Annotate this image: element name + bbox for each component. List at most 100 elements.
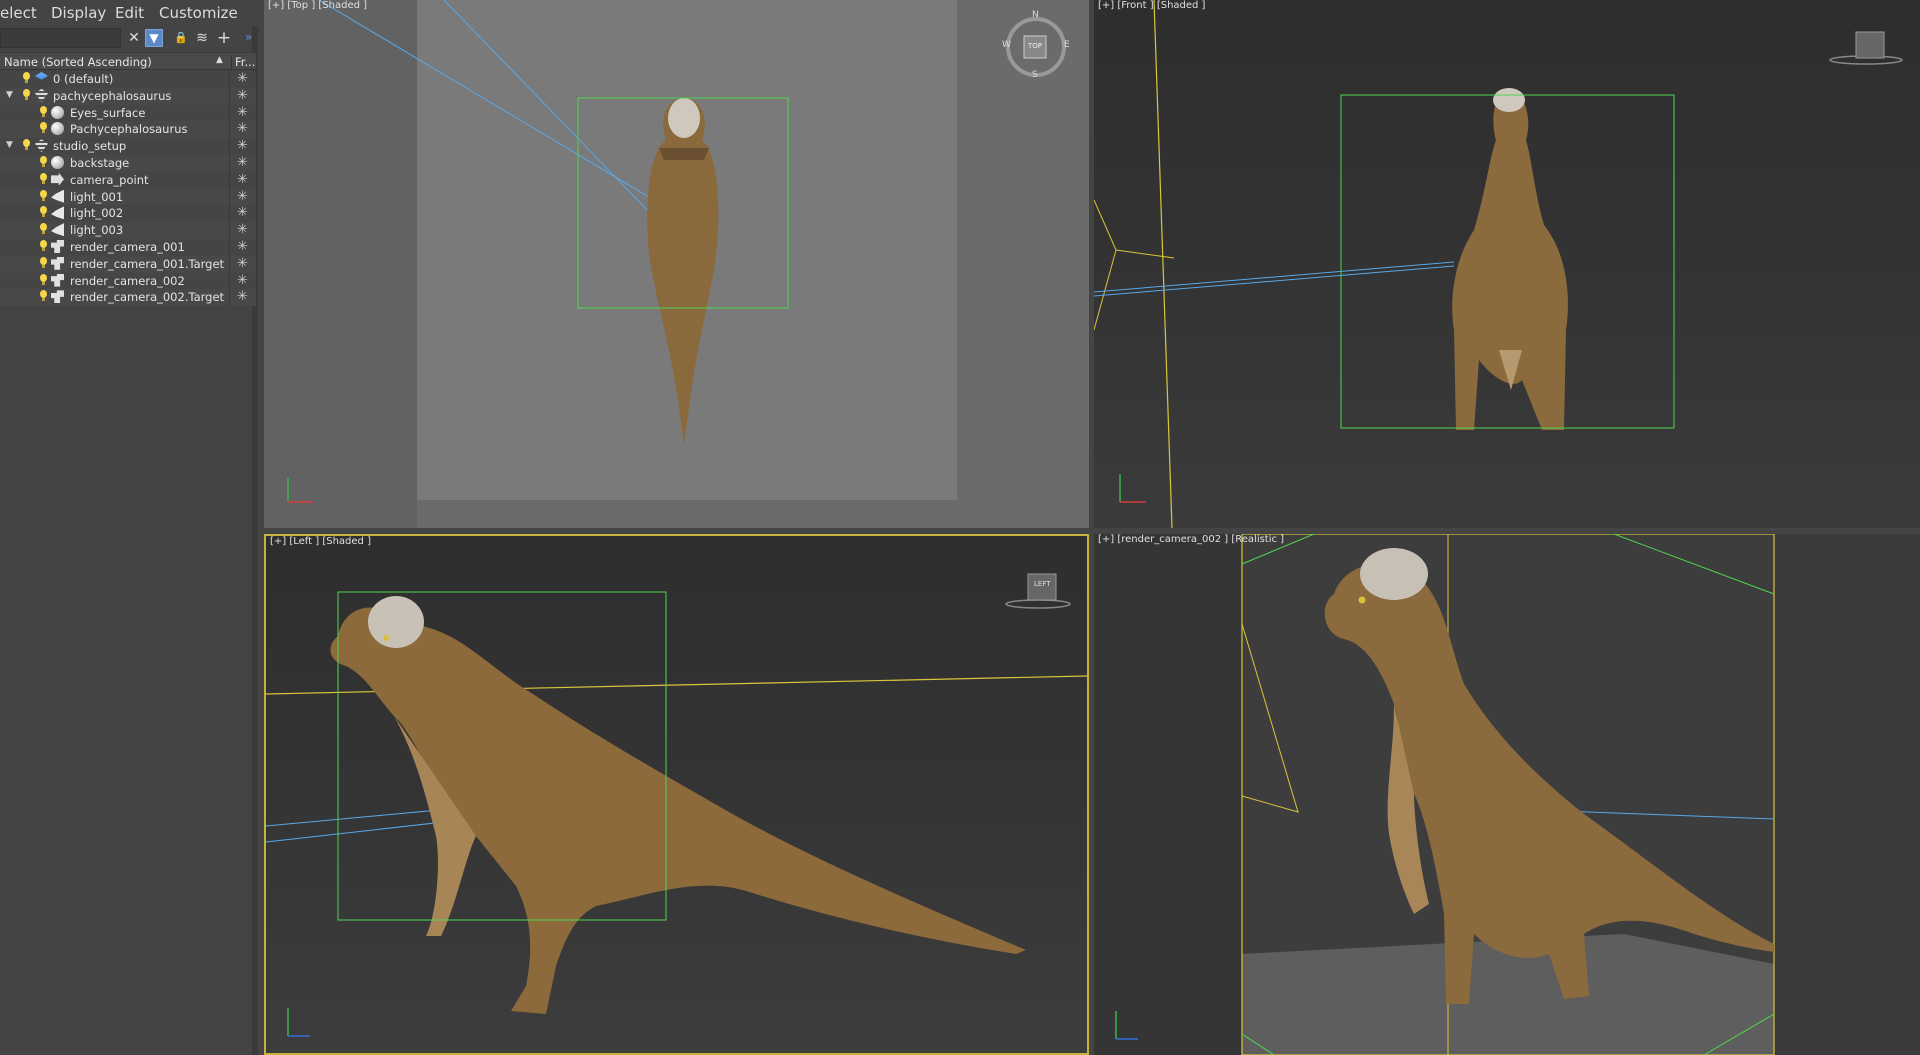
list-header: Name (Sorted Ascending) ▲ Fr... <box>0 52 256 70</box>
lightbulb-icon[interactable] <box>39 239 48 252</box>
freeze-icon[interactable]: ✳ <box>237 121 248 136</box>
freeze-icon[interactable]: ✳ <box>237 256 248 271</box>
viewport-front[interactable]: [+] [Front ] [Shaded ] <box>1094 0 1920 528</box>
viewcube-label: LEFT <box>1034 580 1051 588</box>
item-label: pachycephalosaurus <box>53 88 172 103</box>
sort-ascending-icon[interactable]: ▲ <box>216 55 223 65</box>
expand-toolbar-icon[interactable]: » <box>245 30 252 44</box>
layers-icon <box>35 139 48 153</box>
camera-icon <box>51 290 64 304</box>
list-item[interactable]: render_camera_001 ✳ <box>0 238 256 256</box>
list-item[interactable]: Pachycephalosaurus ✳ <box>0 121 256 139</box>
viewport-top[interactable]: [+] [Top ] [Shaded ] TOP N S E W <box>264 0 1089 528</box>
lightbulb-icon[interactable] <box>39 290 48 302</box>
sphere-icon <box>51 122 64 136</box>
freeze-icon[interactable]: ✳ <box>237 239 248 254</box>
dinosaur-side-view <box>330 596 1026 1014</box>
lightbulb-icon[interactable] <box>39 223 48 235</box>
search-input[interactable] <box>0 28 121 48</box>
lightbulb-icon[interactable] <box>39 172 48 185</box>
item-label: render_camera_001.Target <box>70 256 225 271</box>
freeze-icon[interactable]: ✳ <box>237 155 248 170</box>
point-helper-icon <box>51 172 64 186</box>
freeze-icon[interactable]: ✳ <box>237 105 248 120</box>
column-name-header[interactable]: Name (Sorted Ascending) <box>4 55 152 69</box>
freeze-icon[interactable]: ✳ <box>237 88 248 103</box>
menu-display[interactable]: Display <box>51 4 106 22</box>
compass-west: W <box>1002 40 1011 50</box>
item-label: render_camera_002 <box>70 273 185 288</box>
collapse-triangle-icon[interactable]: ▼ <box>6 140 13 150</box>
lightbulb-icon[interactable] <box>39 189 48 202</box>
viewport-camera[interactable]: [+] [render_camera_002 ] [Realistic ] <box>1094 534 1920 1055</box>
sphere-icon <box>51 155 64 169</box>
viewport-label[interactable]: [+] [Front ] [Shaded ] <box>1098 0 1205 11</box>
list-item[interactable]: ▼ studio_setup ✳ <box>0 138 256 155</box>
freeze-icon[interactable]: ✳ <box>237 273 248 288</box>
lock-icon[interactable]: 🔒 <box>172 29 190 47</box>
list-item[interactable]: 0 (default) ✳ <box>0 71 256 88</box>
item-label: backstage <box>70 155 130 170</box>
freeze-icon[interactable]: ✳ <box>237 138 248 153</box>
item-label: 0 (default) <box>53 72 114 86</box>
list-item[interactable]: render_camera_001.Target ✳ <box>0 255 256 273</box>
camera-icon <box>51 273 64 287</box>
filter-icon[interactable]: ▼ <box>145 29 163 47</box>
viewcube[interactable] <box>1829 31 1903 65</box>
item-label: render_camera_001 <box>70 239 185 254</box>
column-frozen-header[interactable]: Fr... <box>231 55 255 70</box>
clear-search-icon[interactable]: ✕ <box>125 29 143 47</box>
compass-east: E <box>1064 40 1070 50</box>
viewport-label[interactable]: [+] [render_camera_002 ] [Realistic ] <box>1098 534 1284 545</box>
lightbulb-icon[interactable] <box>39 206 48 218</box>
lightbulb-icon[interactable] <box>39 122 48 134</box>
scene-explorer-panel: elect Display Edit Customize ✕ ▼ 🔒 ≋ + »… <box>0 0 258 1055</box>
viewport-label[interactable]: [+] [Left ] [Shaded ] <box>270 536 371 547</box>
viewport-left[interactable]: [+] [Left ] [Shaded ] LEFT <box>264 534 1089 1055</box>
camera-icon <box>51 256 64 270</box>
menu-customize[interactable]: Customize <box>159 4 238 22</box>
list-item[interactable]: camera_point ✳ <box>0 171 256 189</box>
lightbulb-icon[interactable] <box>39 105 48 118</box>
spotlight-icon <box>51 189 64 203</box>
list-item[interactable]: light_001 ✳ <box>0 188 256 206</box>
lightbulb-icon[interactable] <box>39 273 48 286</box>
freeze-icon[interactable]: ✳ <box>237 71 248 86</box>
freeze-icon[interactable]: ✳ <box>237 222 248 237</box>
list-item[interactable]: backstage ✳ <box>0 154 256 172</box>
menu-select[interactable]: elect <box>0 4 37 22</box>
menu-edit[interactable]: Edit <box>115 4 144 22</box>
lightbulb-icon[interactable] <box>39 155 48 168</box>
freeze-icon[interactable]: ✳ <box>237 189 248 204</box>
menu-bar: elect Display Edit Customize <box>0 0 258 26</box>
compass-south: S <box>1032 70 1038 80</box>
freeze-icon[interactable]: ✳ <box>237 172 248 187</box>
freeze-icon[interactable]: ✳ <box>237 205 248 220</box>
lightbulb-icon[interactable] <box>22 72 31 84</box>
item-label: light_001 <box>70 189 124 204</box>
list-item[interactable]: render_camera_002 ✳ <box>0 272 256 290</box>
viewport-label[interactable]: [+] [Top ] [Shaded ] <box>268 0 367 11</box>
scene-tree: 0 (default) ✳ ▼ pachycephalosaurus ✳ Eye… <box>0 71 256 307</box>
add-icon[interactable]: + <box>215 29 233 47</box>
freeze-icon[interactable]: ✳ <box>237 289 248 304</box>
list-item[interactable]: light_003 ✳ <box>0 222 256 239</box>
item-label: light_003 <box>70 223 124 238</box>
lightbulb-icon[interactable] <box>39 256 48 269</box>
list-item[interactable]: ▼ pachycephalosaurus ✳ <box>0 87 256 105</box>
lightbulb-icon[interactable] <box>22 88 31 101</box>
layer-manager-icon[interactable]: ≋ <box>193 29 211 47</box>
dinosaur-front-view <box>1452 88 1568 430</box>
item-label: render_camera_002.Target <box>70 290 225 305</box>
lightbulb-icon[interactable] <box>22 139 31 151</box>
list-item[interactable]: Eyes_surface ✳ <box>0 104 256 122</box>
top-view-scene <box>264 0 1066 528</box>
front-view-scene <box>1094 0 1903 528</box>
list-item[interactable]: light_002 ✳ <box>0 205 256 223</box>
camera-icon <box>51 239 64 253</box>
explorer-toolbar: ✕ ▼ 🔒 ≋ + » <box>0 26 258 50</box>
compass-north: N <box>1032 10 1039 20</box>
collapse-triangle-icon[interactable]: ▼ <box>6 90 13 100</box>
list-item[interactable]: render_camera_002.Target ✳ <box>0 289 256 307</box>
left-view-scene <box>266 573 1087 1037</box>
